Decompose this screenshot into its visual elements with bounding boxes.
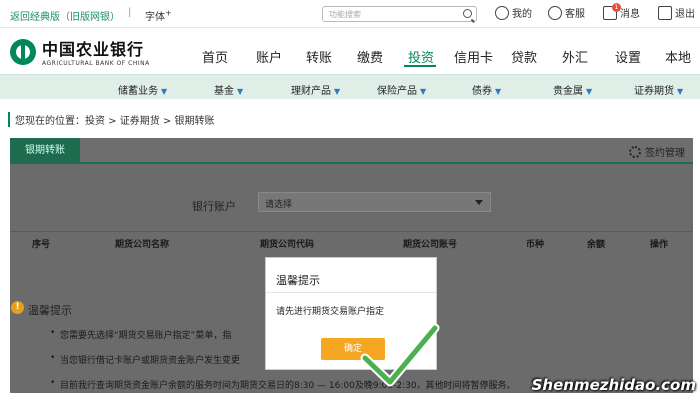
logout-label: 退出 xyxy=(675,9,695,20)
my-account-label: 我的 xyxy=(512,9,532,20)
table-header: 序号 期货公司名称 期货公司代码 期货公司账号 币种 余额 操作 xyxy=(10,231,693,253)
col-company-account: 期货公司账号 xyxy=(403,240,458,250)
subnav-item-securities[interactable]: 证券期货 ▼ xyxy=(634,82,683,97)
col-company-code: 期货公司代码 xyxy=(260,240,315,250)
subnav-item-wealth[interactable]: 理财产品 ▼ xyxy=(291,82,340,97)
customer-service-link[interactable]: 客服 xyxy=(548,5,585,20)
tip-item: 您需要先选择“期货交易账户指定”菜单，指 xyxy=(50,328,231,341)
checkmark-icon xyxy=(360,323,440,387)
chevron-down-icon: ▼ xyxy=(237,87,244,96)
nav-item-invest[interactable]: 投资 xyxy=(408,47,434,66)
bank-account-label: 银行账户 xyxy=(192,200,236,213)
subnav-item-insurance[interactable]: 保险产品 ▼ xyxy=(377,82,426,97)
logout-link[interactable]: 退出 xyxy=(658,5,695,20)
tips-title: 温馨提示 xyxy=(28,304,72,317)
active-nav-underline xyxy=(404,65,436,67)
main-nav: 首页 账户 转账 缴费 投资 信用卡 贷款 外汇 设置 本地 xyxy=(0,47,700,67)
messages-label: 消息 xyxy=(620,9,640,20)
user-icon xyxy=(495,5,509,20)
chevron-down-icon: ▼ xyxy=(586,87,593,96)
mail-icon: 1 xyxy=(603,2,621,20)
search-input[interactable]: 功能搜索 xyxy=(322,6,477,22)
utility-bar: 返回经典版（旧版网银） | 字体+ 功能搜索 我的 客服 1 消息 退出 xyxy=(0,0,700,28)
tab-bar: 银期转账 签约管理 xyxy=(10,138,693,164)
subnav-item-bonds[interactable]: 债券 ▼ xyxy=(472,82,501,97)
page: 返回经典版（旧版网银） | 字体+ 功能搜索 我的 客服 1 消息 退出 中国农… xyxy=(0,0,700,405)
dialog-divider xyxy=(266,292,436,293)
font-label: 字体 xyxy=(145,12,165,23)
col-balance: 余额 xyxy=(587,240,606,250)
chevron-down-icon: ▼ xyxy=(334,87,341,96)
logout-icon xyxy=(658,5,672,20)
chevron-down-icon: ▼ xyxy=(161,87,168,96)
subnav-item-metals[interactable]: 贵金属 ▼ xyxy=(553,82,592,97)
warning-icon: ! xyxy=(11,301,24,314)
message-count-badge: 1 xyxy=(612,2,621,12)
customer-service-label: 客服 xyxy=(565,9,585,20)
tip-item: 当您银行借记卡账户或期货资金账户发生变更 xyxy=(50,353,240,366)
search-icon[interactable] xyxy=(463,9,472,18)
col-index: 序号 xyxy=(32,240,51,250)
separator: | xyxy=(128,7,132,18)
col-currency: 币种 xyxy=(526,240,545,250)
select-value: 请选择 xyxy=(265,200,293,210)
nav-item-account[interactable]: 账户 xyxy=(256,47,282,66)
font-plus: + xyxy=(165,8,172,18)
sign-management-link[interactable]: 签约管理 xyxy=(629,144,685,159)
dialog-title: 温馨提示 xyxy=(276,274,320,287)
subnav-item-funds[interactable]: 基金 ▼ xyxy=(214,82,243,97)
nav-item-forex[interactable]: 外汇 xyxy=(562,47,588,66)
watermark: Shenmezhidao.com xyxy=(531,376,696,394)
chevron-down-icon: ▼ xyxy=(495,87,502,96)
chevron-down-icon: ▼ xyxy=(420,87,427,96)
bank-account-select[interactable]: 请选择 xyxy=(258,192,491,212)
tab-bank-futures-transfer[interactable]: 银期转账 xyxy=(10,138,80,164)
nav-item-transfer[interactable]: 转账 xyxy=(306,47,332,66)
headset-icon xyxy=(548,5,562,20)
col-action: 操作 xyxy=(650,240,669,250)
sub-nav: 储蓄业务 ▼ 基金 ▼ 理财产品 ▼ 保险产品 ▼ 债券 ▼ 贵金属 ▼ 证券期货 ▼ xyxy=(0,74,700,99)
search-placeholder: 功能搜索 xyxy=(329,10,361,19)
subnav-item-savings[interactable]: 储蓄业务 ▼ xyxy=(118,82,167,97)
sign-management-label: 签约管理 xyxy=(645,148,685,159)
font-size-toggle[interactable]: 字体+ xyxy=(145,8,172,23)
chevron-down-icon: ▼ xyxy=(677,87,684,96)
nav-item-payment[interactable]: 缴费 xyxy=(357,47,383,66)
my-account-link[interactable]: 我的 xyxy=(495,5,532,20)
gear-icon xyxy=(629,145,641,158)
tip-item: 目前我行查询期货资金账户余额的服务时间为期货交易日的8:30 — 16:00及晚… xyxy=(50,378,516,391)
chevron-down-icon xyxy=(475,200,483,205)
nav-item-loan[interactable]: 贷款 xyxy=(511,47,537,66)
nav-item-home[interactable]: 首页 xyxy=(202,47,228,66)
col-company-name: 期货公司名称 xyxy=(115,240,170,250)
dialog-message: 请先进行期货交易账户指定 xyxy=(276,307,385,317)
nav-item-credit-card[interactable]: 信用卡 xyxy=(454,47,493,66)
messages-link[interactable]: 1 消息 xyxy=(603,2,640,20)
classic-version-link[interactable]: 返回经典版（旧版网银） xyxy=(10,8,120,23)
nav-item-local[interactable]: 本地 xyxy=(665,47,691,66)
nav-item-settings[interactable]: 设置 xyxy=(615,47,641,66)
breadcrumb: 您现在的位置：投资 > 证券期货 > 银期转账 xyxy=(8,112,214,127)
